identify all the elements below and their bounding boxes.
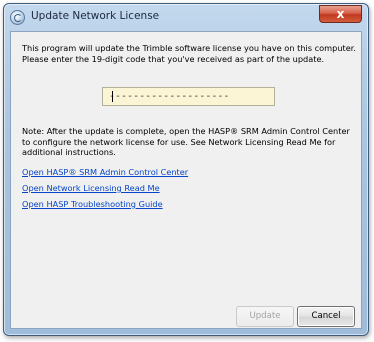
update-button[interactable]: Update (236, 306, 294, 327)
open-troubleshooting-link[interactable]: Open HASP Troubleshooting Guide (22, 199, 163, 209)
close-icon: x (336, 7, 345, 21)
open-readme-link[interactable]: Open Network Licensing Read Me (22, 183, 160, 193)
license-code-input[interactable]: -------------------- (102, 87, 275, 106)
note-text: Note: After the update is complete, open… (22, 126, 350, 157)
app-icon (10, 10, 25, 25)
window-title: Update Network License (31, 10, 160, 22)
close-button[interactable]: x (319, 5, 362, 23)
update-license-dialog: Update Network License x This program wi… (3, 3, 369, 336)
open-hasp-admin-link[interactable]: Open HASP® SRM Admin Control Center (22, 167, 188, 177)
license-code-value: -------------------- (109, 91, 230, 102)
cancel-button[interactable]: Cancel (297, 306, 355, 327)
dialog-body: This program will update the Trimble sof… (10, 31, 362, 329)
intro-text: This program will update the Trimble sof… (22, 43, 356, 64)
text-caret (112, 91, 113, 102)
title-bar[interactable]: Update Network License x (4, 4, 368, 31)
